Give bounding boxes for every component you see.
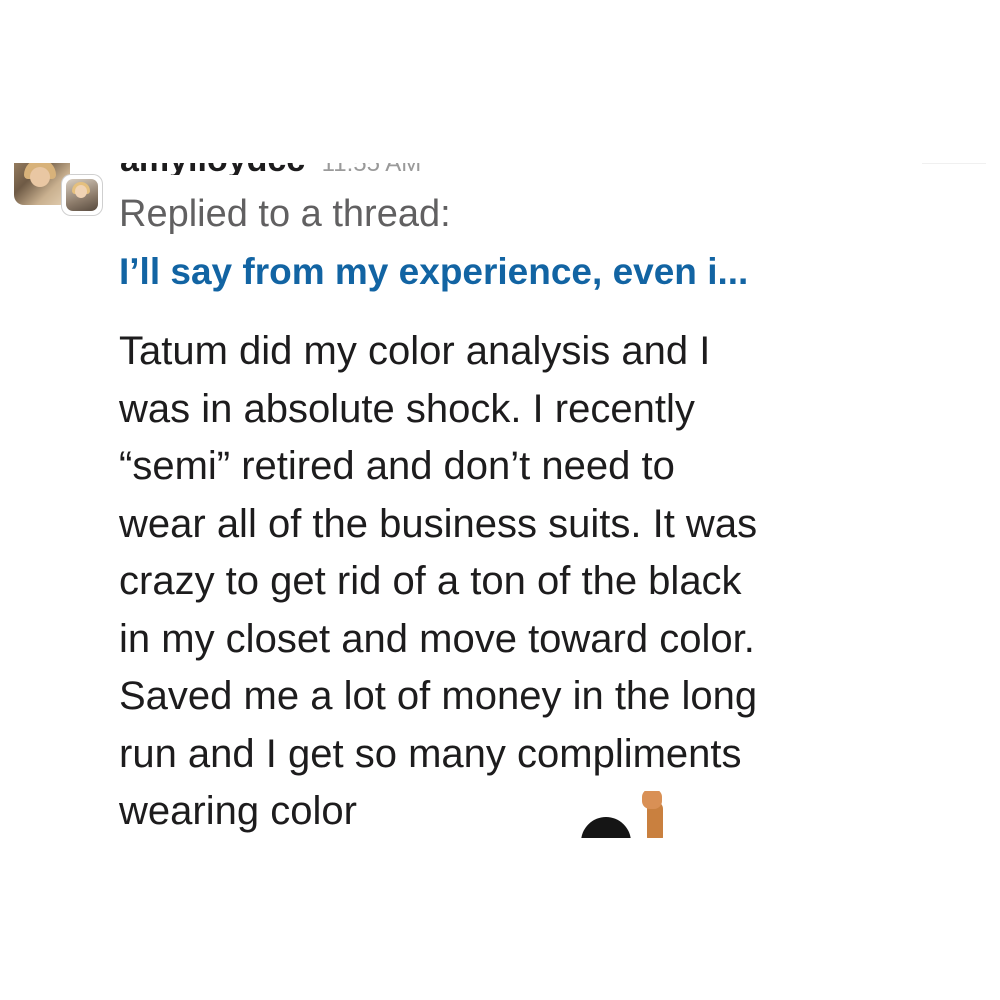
message-line: Tatum did my color analysis and I <box>119 329 711 373</box>
screenshot-root: { "message": { "author": { "username": "… <box>0 0 1000 1000</box>
message-line: was in absolute shock. I recently <box>119 386 695 431</box>
message-header: amylloydcc 11:55 AM <box>120 163 540 175</box>
message-card: amylloydcc 11:55 AM Replied to a thread:… <box>0 163 922 838</box>
message-timestamp[interactable]: 11:55 AM <box>322 163 422 175</box>
message-line: “semi” retired and don’t need to <box>119 444 675 488</box>
small-avatar-face <box>75 185 87 198</box>
thread-preview-link[interactable]: I’ll say from my experience, even i... <box>119 251 748 293</box>
emoji-head <box>581 817 631 838</box>
message-line: Saved me a lot of money in the long <box>119 674 758 718</box>
raised-hand-person-emoji-icon <box>575 791 675 838</box>
author-username[interactable]: amylloydcc <box>120 163 305 175</box>
message-line: in my closet and move toward color. <box>119 616 755 661</box>
message-line: wearing color <box>119 789 357 833</box>
replied-to-thread-label: Replied to a thread: <box>119 193 451 235</box>
message-line: crazy to get rid of a ton of the black <box>119 559 742 603</box>
thread-participant-avatar-icon[interactable] <box>62 175 102 215</box>
avatar-face <box>30 167 50 187</box>
message-line: run and I get so many compliments <box>119 731 742 776</box>
message-line: wear all of the business suits. It was <box>119 501 758 546</box>
message-body: Tatum did my color analysis and I was in… <box>119 323 909 838</box>
avatar-group[interactable] <box>14 163 104 223</box>
emoji-hand <box>642 791 662 809</box>
